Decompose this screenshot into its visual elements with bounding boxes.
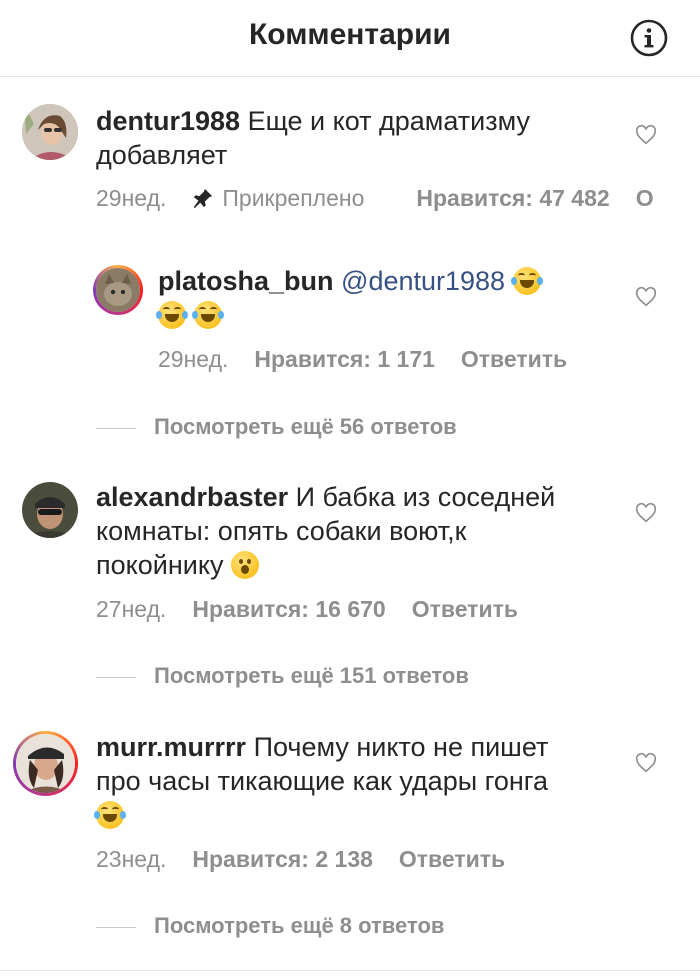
comment-body: Почему никто не пишет: [246, 732, 549, 762]
face-with-tears-of-joy-emoji: [156, 301, 188, 329]
face-with-tears-of-joy-emoji: [510, 267, 543, 295]
heart-icon[interactable]: [635, 752, 657, 774]
avatar-photo: [22, 104, 78, 160]
info-icon[interactable]: [629, 18, 669, 58]
comment-body: комнаты: опять собаки воют,к: [96, 516, 467, 546]
likes-count[interactable]: Нравится: 47 482: [416, 185, 609, 211]
pin-icon: [194, 188, 213, 209]
comment-text: platosha_bun @dentur1988: [156, 264, 618, 332]
likes-count[interactable]: Нравится: 1 171: [254, 346, 435, 372]
comment-body: покойнику: [96, 550, 224, 580]
divider-line: [96, 926, 136, 928]
comment-body: И бабка из соседней: [288, 482, 556, 512]
view-more-replies[interactable]: Посмотреть ещё 151 ответов: [96, 663, 469, 689]
comment-time: 23нед.: [96, 846, 167, 872]
comment-text: alexandrbaster И бабка из соседней комна…: [96, 480, 616, 582]
page-title: Комментарии: [248, 18, 452, 51]
divider-line: [96, 676, 136, 678]
comment-time: 29нед.: [96, 185, 167, 211]
avatar-photo: [22, 482, 78, 538]
avatar-photo: [16, 734, 75, 793]
avatar[interactable]: [13, 731, 78, 796]
comment-text: dentur1988 Еще и кот драматизму добавляе…: [96, 104, 616, 172]
comment-username[interactable]: alexandrbaster: [96, 482, 288, 512]
heart-icon[interactable]: [635, 286, 657, 308]
face-with-tears-of-joy-emoji: [94, 801, 126, 829]
comment-time: 29нед.: [158, 346, 229, 372]
heart-icon[interactable]: [635, 124, 657, 146]
comment-body: Еще и кот драматизму: [240, 106, 530, 136]
comment-meta: 27нед. Нравится: 16 670 Ответить: [96, 596, 544, 623]
avatar-photo: [96, 268, 140, 312]
reply-button[interactable]: Ответить: [399, 846, 505, 872]
mention-link[interactable]: @dentur1988: [341, 266, 505, 296]
face-with-tears-of-joy-emoji: [191, 301, 224, 329]
comment-username[interactable]: dentur1988: [96, 106, 240, 136]
avatar[interactable]: [22, 104, 78, 160]
avatar[interactable]: [22, 482, 78, 538]
likes-count[interactable]: Нравится: 2 138: [192, 846, 373, 872]
likes-count[interactable]: Нравится: 16 670: [192, 596, 385, 622]
face-with-open-mouth-emoji: [230, 551, 259, 579]
comment-text: murr.murrrr Почему никто не пишет про ча…: [94, 730, 636, 832]
header-bar: Комментарии: [0, 0, 700, 77]
divider-line: [96, 427, 136, 429]
comment-meta: 29нед. Прикреплено Нравится: 47 482 О: [96, 185, 680, 212]
heart-icon[interactable]: [635, 502, 657, 524]
comment-meta: 23нед. Нравится: 2 138 Ответить: [96, 846, 531, 873]
comment-username[interactable]: murr.murrrr: [96, 732, 246, 762]
comment-meta: 29нед. Нравится: 1 171 Ответить: [158, 346, 593, 373]
view-more-replies[interactable]: Посмотреть ещё 8 ответов: [96, 913, 444, 939]
comment-time: 27нед.: [96, 596, 167, 622]
comment-body: про часы тикающие как удары гонга: [96, 766, 549, 796]
pinned-label: Прикреплено: [192, 185, 390, 211]
reply-button[interactable]: Ответить: [461, 346, 567, 372]
comment-body: добавляет: [96, 140, 228, 170]
reply-button[interactable]: Ответить: [412, 596, 518, 622]
bottom-divider: [0, 970, 700, 971]
comment-username[interactable]: platosha_bun: [158, 266, 334, 296]
view-more-replies[interactable]: Посмотреть ещё 56 ответов: [96, 414, 457, 440]
reply-button[interactable]: О: [636, 185, 654, 211]
avatar[interactable]: [93, 265, 143, 315]
